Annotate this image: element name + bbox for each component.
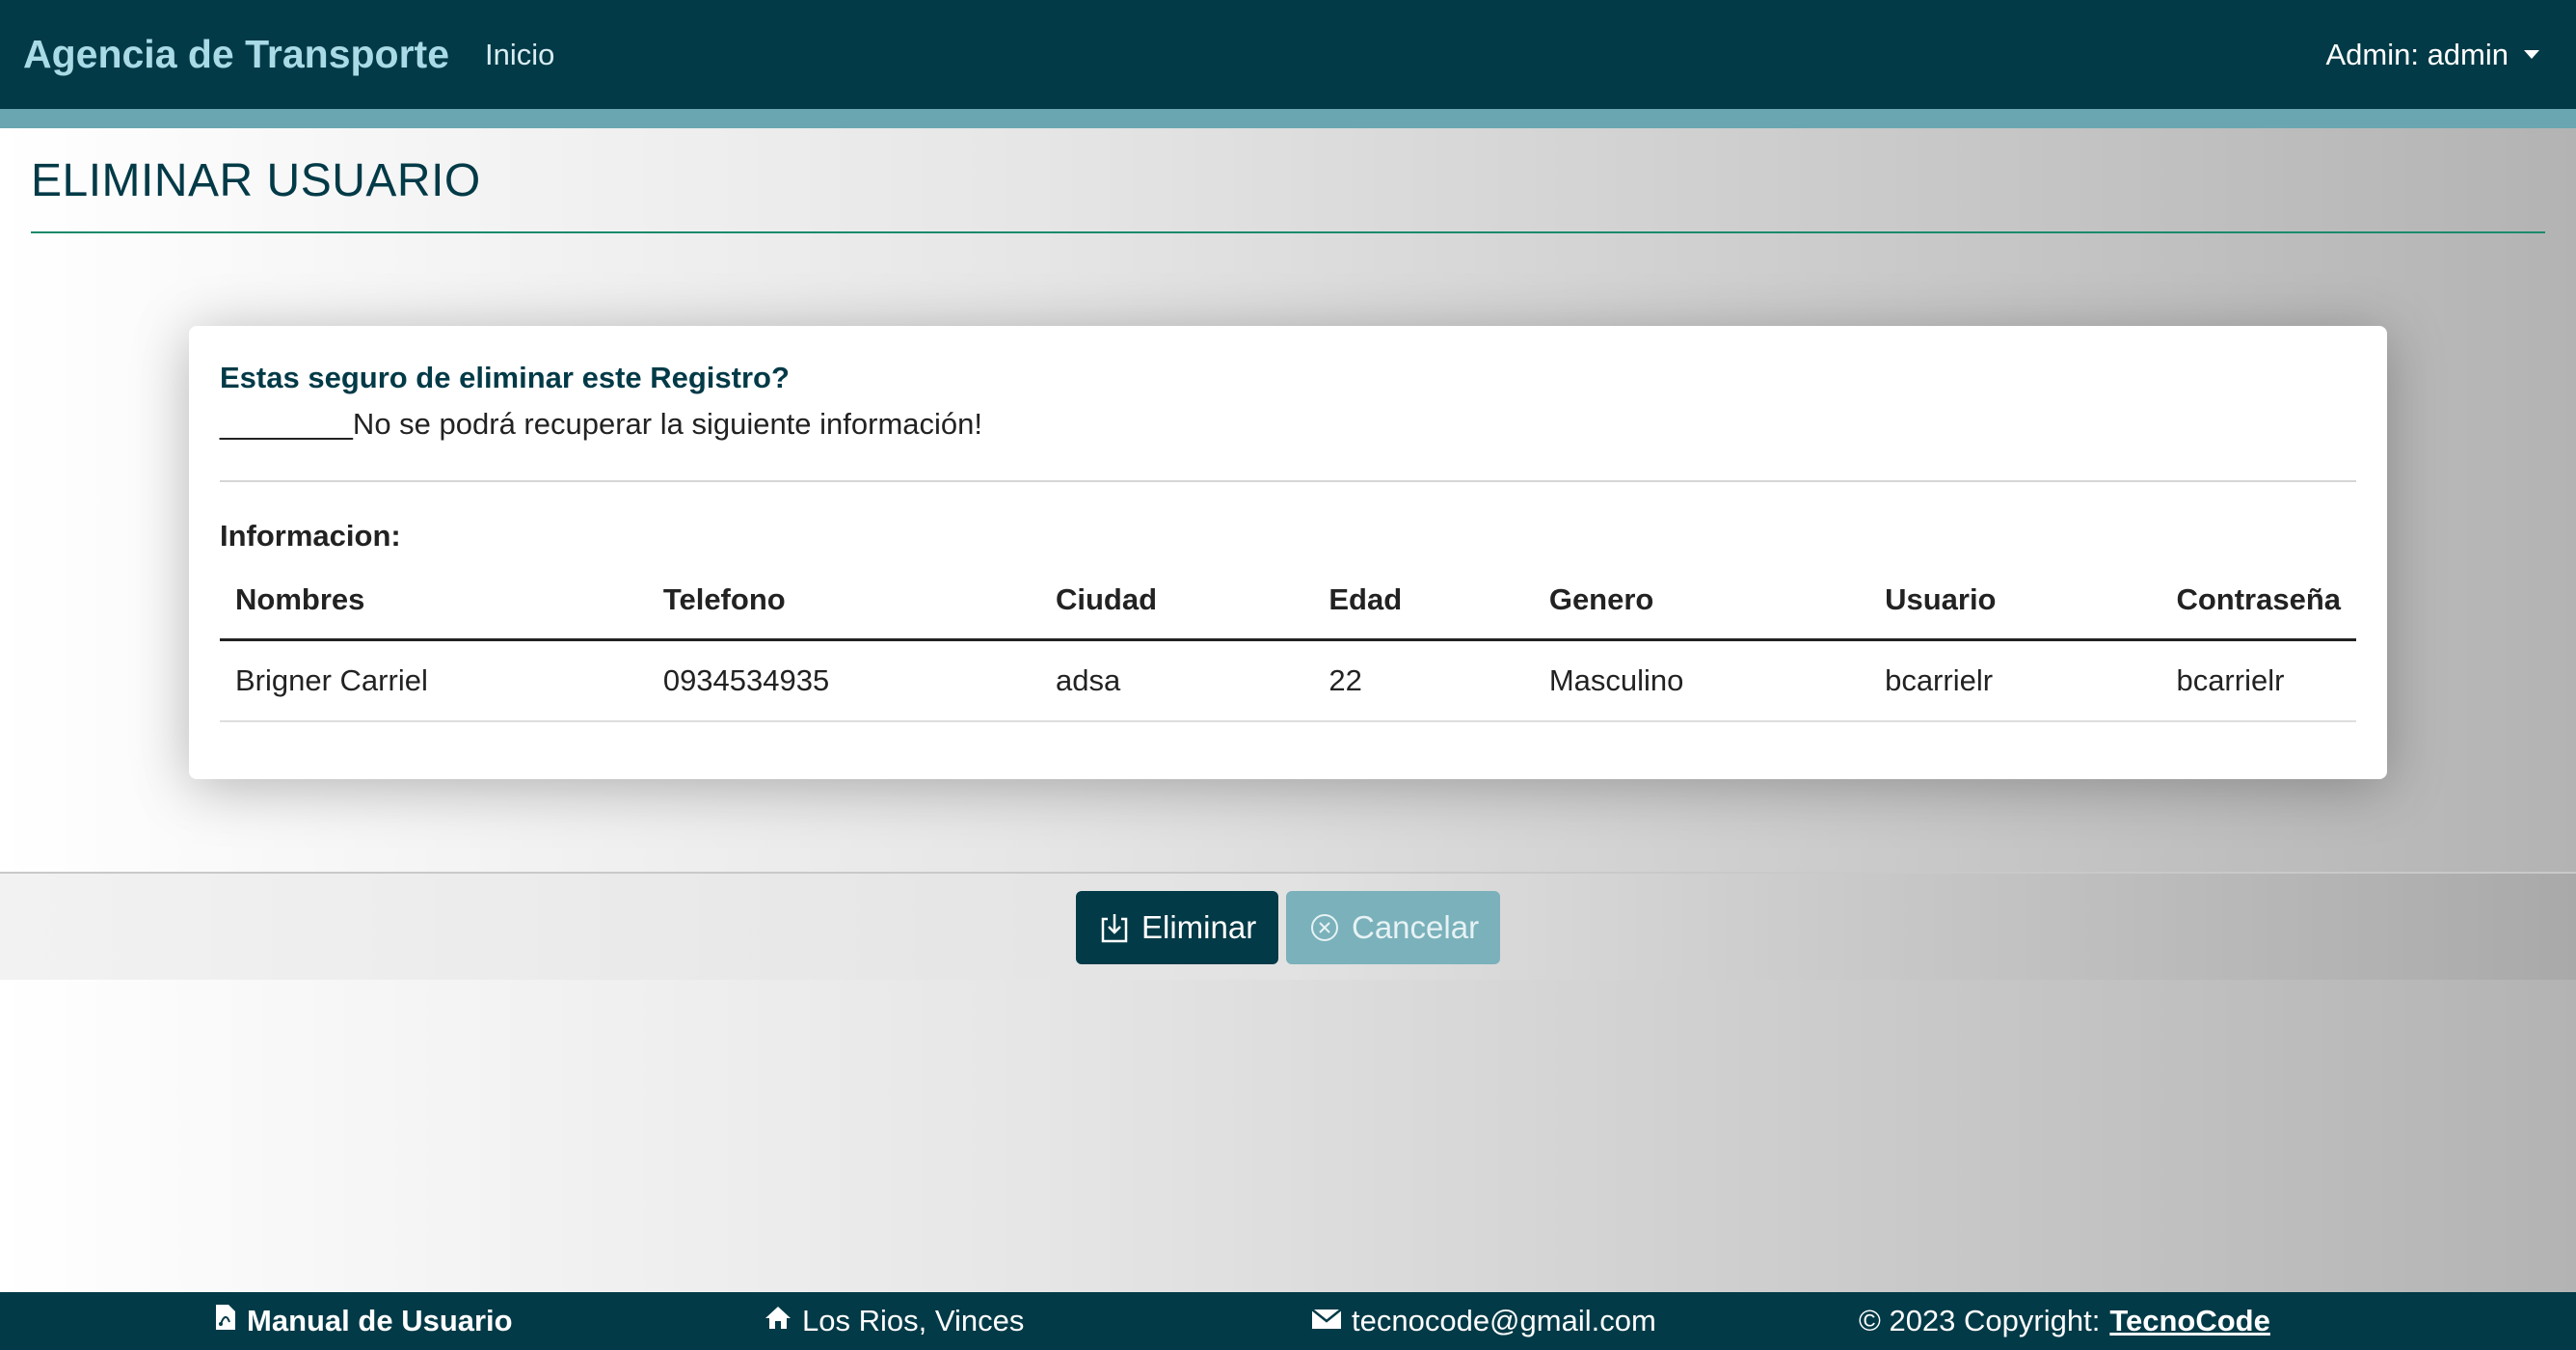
cell-genero: Masculino (1533, 639, 1870, 722)
copyright-text: © 2023 Copyright: (1859, 1304, 2101, 1337)
col-header-genero: Genero (1533, 561, 1870, 641)
cell-ciudad: adsa (1039, 639, 1314, 722)
delete-button[interactable]: Eliminar (1076, 891, 1278, 964)
col-header-edad: Edad (1313, 561, 1534, 641)
user-menu-label: Admin: admin (2325, 38, 2509, 71)
card-divider (220, 480, 2356, 482)
warning-text: ________No se podrá recuperar la siguien… (220, 407, 982, 441)
col-header-ciudad: Ciudad (1039, 561, 1314, 641)
cell-contrasena: bcarrielr (2160, 639, 2356, 722)
col-header-usuario: Usuario (1869, 561, 2161, 641)
col-header-contrasena: Contraseña (2160, 561, 2356, 641)
top-navbar: Agencia de Transporte Inicio Admin: admi… (0, 0, 2576, 109)
confirmation-question: Estas seguro de eliminar este Registro? (220, 361, 790, 394)
footer-location: Los Rios, Vinces (764, 1292, 1024, 1350)
envelope-icon (1311, 1304, 1342, 1338)
x-circle-icon (1309, 912, 1340, 943)
manual-link[interactable]: Manual de Usuario (214, 1292, 513, 1350)
nav-link-inicio[interactable]: Inicio (485, 0, 554, 109)
page-footer: Manual de Usuario Los Rios, Vinces tecno… (0, 1292, 2576, 1350)
house-icon (764, 1304, 792, 1338)
cancel-button[interactable]: Cancelar (1286, 891, 1500, 964)
user-menu-dropdown[interactable]: Admin: admin (2325, 0, 2539, 109)
table-header-row: Nombres Telefono Ciudad Edad Genero Usua… (220, 561, 2356, 641)
page-title: ELIMINAR USUARIO (31, 155, 481, 206)
cell-nombres: Brigner Carriel (220, 639, 648, 722)
delete-button-label: Eliminar (1141, 909, 1257, 945)
email-text: tecnocode@gmail.com (1352, 1304, 1656, 1337)
footer-copyright: © 2023 Copyright: TecnoCode (1859, 1292, 2270, 1350)
col-header-nombres: Nombres (220, 561, 648, 641)
brand-link[interactable]: Agencia de Transporte (23, 0, 449, 109)
caret-down-icon (2524, 50, 2539, 59)
location-text: Los Rios, Vinces (802, 1304, 1025, 1337)
col-header-telefono: Telefono (647, 561, 1040, 641)
navbar-accent-bar (0, 109, 2576, 128)
action-bar: Eliminar Cancelar (0, 872, 2576, 980)
manual-link-label: Manual de Usuario (247, 1304, 513, 1337)
user-info-table: Nombres Telefono Ciudad Edad Genero Usua… (220, 561, 2356, 722)
footer-email: tecnocode@gmail.com (1311, 1292, 1656, 1350)
pdf-file-icon (214, 1303, 237, 1339)
cancel-button-label: Cancelar (1352, 909, 1480, 945)
info-label: Informacion: (220, 519, 401, 553)
delete-confirmation-card: Estas seguro de eliminar este Registro? … (189, 326, 2387, 779)
cell-telefono: 0934534935 (647, 639, 1040, 722)
table-row: Brigner Carriel 0934534935 adsa 22 Mascu… (220, 639, 2356, 722)
download-box-icon (1099, 911, 1130, 944)
title-divider (31, 231, 2545, 233)
cell-usuario: bcarrielr (1869, 639, 2161, 722)
company-link[interactable]: TecnoCode (2109, 1304, 2270, 1338)
cell-edad: 22 (1313, 639, 1534, 722)
